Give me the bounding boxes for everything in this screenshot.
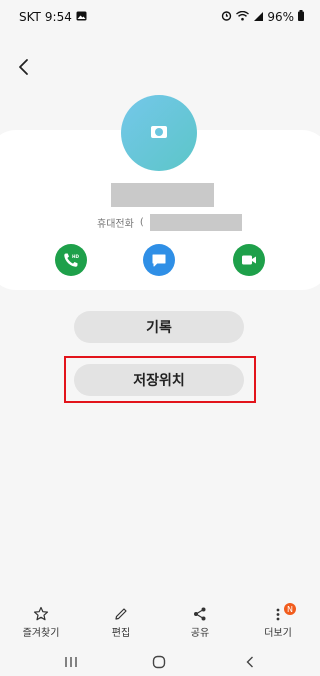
signal-icon <box>253 11 264 24</box>
share-button[interactable]: 공유 <box>165 600 235 639</box>
new-badge: N <box>284 603 296 615</box>
status-right: 96% <box>221 10 304 24</box>
status-bar: SKT 9:54 96% <box>0 0 318 34</box>
share-icon <box>194 607 206 621</box>
carrier-label: SKT <box>19 10 41 24</box>
chevron-left-icon <box>19 59 28 75</box>
nav-back-button[interactable] <box>244 654 256 673</box>
chat-bubble-icon <box>152 254 166 267</box>
phone-type-label: 휴대전화 <box>97 219 134 230</box>
battery-label: 96% <box>267 10 294 24</box>
history-button[interactable]: 기록 <box>74 311 244 343</box>
camera-icon <box>151 126 167 138</box>
alarm-icon <box>221 10 232 24</box>
favorite-label: 즐겨찾기 <box>22 628 60 639</box>
more-vertical-icon <box>276 608 280 621</box>
call-button[interactable]: HD <box>55 244 87 276</box>
pencil-icon <box>115 608 127 620</box>
battery-icon <box>298 10 304 24</box>
share-label: 공유 <box>190 628 210 639</box>
wifi-icon <box>236 10 250 24</box>
phone-number-redacted <box>149 214 242 231</box>
recent-apps-button[interactable] <box>63 654 79 673</box>
bottom-bar: 즐겨찾기 편집 공유 더보기 N <box>0 600 318 642</box>
home-button[interactable] <box>152 654 166 673</box>
favorite-button[interactable]: 즐겨찾기 <box>6 600 76 639</box>
star-icon <box>33 606 49 621</box>
phone-hd-icon: HD <box>64 253 80 267</box>
phone-row: 휴대전화 ( <box>97 214 242 231</box>
time-label: 9:54 <box>44 10 72 24</box>
video-camera-icon <box>242 255 256 265</box>
contact-name-redacted <box>111 183 214 207</box>
phone-bracket: ( <box>139 217 144 228</box>
svg-text:HD: HD <box>72 254 80 259</box>
video-call-button[interactable] <box>233 244 265 276</box>
status-left: SKT 9:54 <box>19 10 87 24</box>
highlight-box <box>64 356 256 403</box>
more-label: 더보기 <box>264 628 292 639</box>
message-button[interactable] <box>143 244 175 276</box>
edit-label: 편집 <box>111 628 131 639</box>
more-button[interactable]: 더보기 N <box>243 600 313 639</box>
back-icon <box>246 656 253 668</box>
recent-apps-icon <box>65 657 77 667</box>
gallery-icon <box>76 11 87 24</box>
back-button[interactable] <box>12 55 36 79</box>
navigation-bar <box>0 650 318 676</box>
home-icon <box>152 655 166 669</box>
edit-button[interactable]: 편집 <box>86 600 156 639</box>
